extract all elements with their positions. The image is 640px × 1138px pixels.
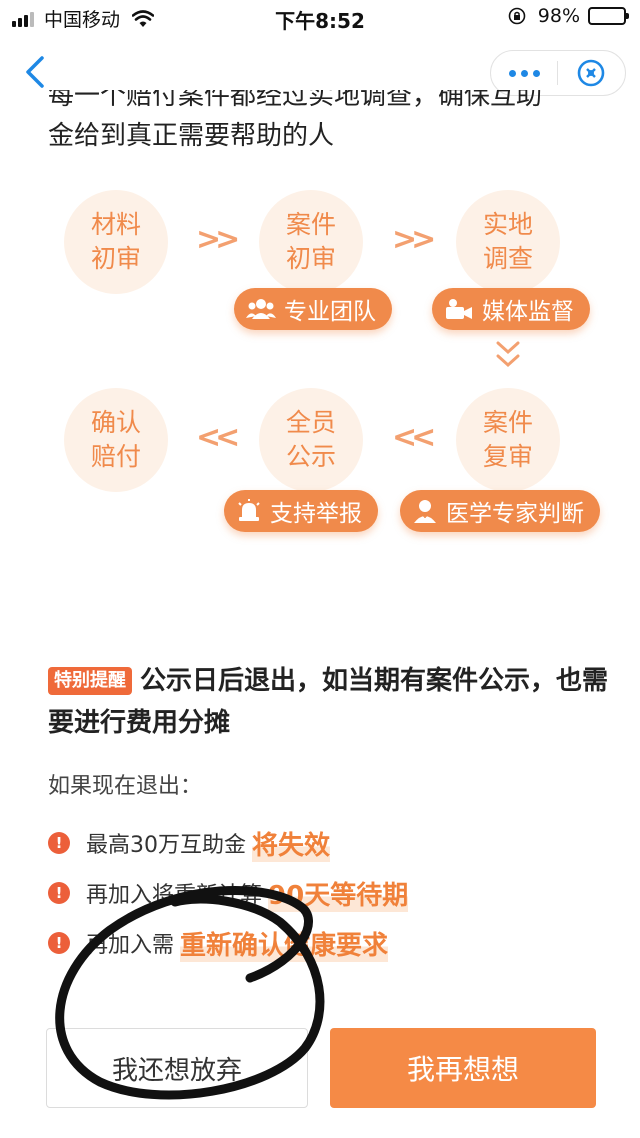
step-case-recheck: 案件复审 [456, 388, 560, 492]
consequence-item: ! 再加入将重新计算 90天等待期 [48, 868, 608, 918]
doctor-icon [414, 500, 436, 523]
step-public-notice: 全员公示 [259, 388, 363, 492]
warning-icon: ! [48, 882, 70, 904]
tag-label: 专业团队 [284, 299, 376, 325]
chevron-left-icon[interactable] [22, 54, 52, 90]
intro-text: 每一个赔付案件都经过实地调查，确保互助 金给到真正需要帮助的人 [48, 90, 608, 154]
step-confirm-payout: 确认赔付 [64, 388, 168, 492]
consequence-item: ! 最高30万互助金 将失效 [48, 818, 608, 868]
intro-line-2: 金给到真正需要帮助的人 [48, 121, 335, 151]
warning-icon: ! [48, 832, 70, 854]
consequence-item: ! 再加入需 重新确认健康要求 [48, 918, 608, 968]
tag-label: 支持举报 [270, 501, 362, 527]
give-up-button[interactable]: 我还想放弃 [46, 1028, 308, 1108]
exit-intro-text: 如果现在退出： [48, 774, 203, 799]
warning-icon: ! [48, 932, 70, 954]
special-reminder: 特别提醒 公示日后退出，如当期有案件公示，也需要进行费用分摊 [48, 660, 608, 744]
intro-line-cut: 每一个赔付案件都经过实地调查，确保互助 [48, 90, 543, 111]
tag-label: 医学专家判断 [446, 501, 584, 527]
team-icon [246, 299, 276, 319]
reminder-badge: 特别提醒 [48, 667, 132, 695]
rethink-button[interactable]: 我再想想 [330, 1028, 596, 1108]
tag-media-supervision: 媒体监督 [432, 288, 590, 330]
arrow-forward-2: >> [392, 222, 436, 257]
reminder-headline: 特别提醒 公示日后退出，如当期有案件公示，也需要进行费用分摊 [48, 660, 608, 744]
arrow-backward-1: << [196, 420, 240, 455]
tag-professional-team: 专业团队 [234, 288, 392, 330]
consequence-highlight: 将失效 [252, 824, 331, 862]
video-camera-icon [446, 299, 472, 319]
tag-label: 媒体监督 [482, 299, 574, 325]
status-right: 98% [508, 5, 629, 27]
status-bar: 中国移动 下午8:52 98% [0, 0, 640, 36]
tag-support-report: 支持举报 [224, 490, 378, 532]
reminder-text: 公示日后退出，如当期有案件公示，也需要进行费用分摊 [48, 666, 609, 738]
step-material-review: 材料初审 [64, 190, 168, 294]
consequence-highlight: 90天等待期 [268, 874, 409, 912]
rotation-lock-icon [508, 7, 526, 25]
consequence-text: 最高30万互助金 [86, 833, 246, 858]
arrow-down-icon [496, 341, 520, 368]
consequence-text: 再加入将重新计算 [86, 883, 263, 908]
consequence-text: 再加入需 [86, 933, 175, 958]
app-page: 中国移动 下午8:52 98% 每一个赔付案件都经过实地调查，确保互助 金给到真… [0, 0, 640, 1138]
step-field-investigation: 实地调查 [456, 190, 560, 294]
arrow-backward-2: << [392, 420, 436, 455]
alarm-bell-icon [238, 499, 260, 521]
battery-percent: 98% [537, 5, 580, 27]
arrow-forward-1: >> [196, 222, 240, 257]
consequence-highlight: 重新确认健康要求 [180, 924, 389, 962]
consequence-list: ! 最高30万互助金 将失效 ! 再加入将重新计算 90天等待期 ! 再加入需 … [48, 818, 608, 968]
close-target-icon[interactable] [558, 58, 624, 88]
more-dots-icon[interactable] [491, 69, 557, 77]
step-case-review: 案件初审 [259, 190, 363, 294]
tag-medical-expert: 医学专家判断 [400, 490, 600, 532]
battery-icon [588, 7, 629, 25]
